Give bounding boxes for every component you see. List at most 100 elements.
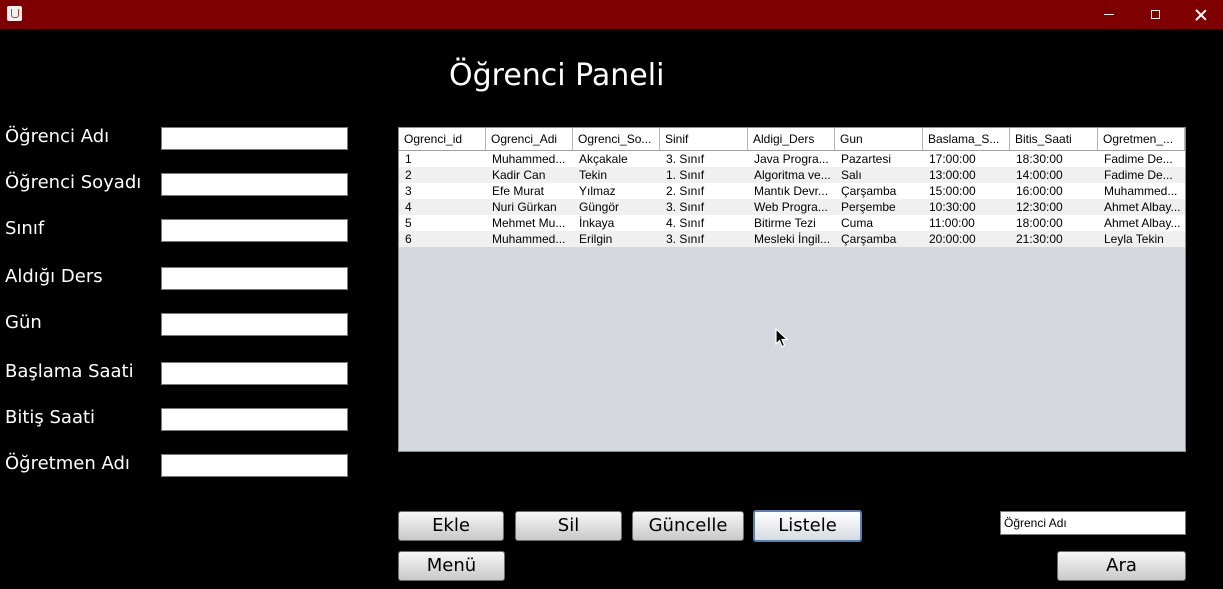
- list-button[interactable]: Listele: [753, 510, 862, 542]
- table-cell[interactable]: 18:30:00: [1010, 151, 1098, 167]
- table-row[interactable]: 4 Nuri Gürkan Güngör 3. Sınıf Web Progra... P…: [399, 199, 1185, 215]
- table-cell[interactable]: Ahmet Albay...: [1098, 199, 1185, 215]
- table-cell[interactable]: Muhammed...: [486, 151, 573, 167]
- table-cell[interactable]: Fadime De...: [1098, 151, 1185, 167]
- table-cell[interactable]: 20:00:00: [923, 231, 1010, 247]
- table-cell[interactable]: Web Progra...: [748, 199, 835, 215]
- search-button[interactable]: Ara: [1057, 551, 1186, 581]
- table-row[interactable]: 1 Muhammed... Akçakale 3. Sınıf Java Progra.…: [399, 151, 1185, 167]
- table-header: Ogrenci_id Ogrenci_Adi Ogrenci_So... Sinif A…: [399, 128, 1185, 151]
- day-input[interactable]: [161, 313, 348, 336]
- end-time-input[interactable]: [161, 408, 348, 431]
- student-name-label: Öğrenci Adı: [5, 126, 110, 147]
- maximize-button[interactable]: [1132, 0, 1178, 29]
- table-cell[interactable]: Pazartesi: [835, 151, 923, 167]
- student-name-input[interactable]: [161, 127, 348, 150]
- class-label: Sınıf: [5, 218, 45, 239]
- column-header[interactable]: Ogretmen_...: [1098, 128, 1185, 150]
- table-cell[interactable]: 3: [399, 183, 486, 199]
- start-time-label: Başlama Saati: [5, 361, 134, 382]
- table-cell[interactable]: Mehmet Mu...: [486, 215, 573, 231]
- column-header[interactable]: Sinif: [660, 128, 748, 150]
- column-header[interactable]: Bitis_Saati: [1010, 128, 1098, 150]
- table-cell[interactable]: 13:00:00: [923, 167, 1010, 183]
- table-row[interactable]: 5 Mehmet Mu... İnkaya 4. Sınıf Bitirme Tezi C…: [399, 215, 1185, 231]
- minimize-icon: [1104, 14, 1114, 15]
- table-cell[interactable]: Mantık Devr...: [748, 183, 835, 199]
- end-time-label: Bitiş Saati: [5, 407, 96, 428]
- class-input[interactable]: [161, 219, 348, 242]
- delete-button[interactable]: Sil: [515, 511, 622, 541]
- table-cell[interactable]: 3. Sınıf: [660, 151, 748, 167]
- table-row[interactable]: 3 Efe Murat Yılmaz 2. Sınıf Mantık Devr... Ça…: [399, 183, 1185, 199]
- column-header[interactable]: Ogrenci_So...: [573, 128, 660, 150]
- table-cell[interactable]: 12:30:00: [1010, 199, 1098, 215]
- course-label: Aldığı Ders: [5, 266, 103, 287]
- close-icon: [1195, 9, 1207, 21]
- table-cell[interactable]: Leyla Tekin: [1098, 231, 1185, 247]
- column-header[interactable]: Aldigi_Ders: [748, 128, 835, 150]
- start-time-input[interactable]: [161, 362, 348, 385]
- update-button[interactable]: Güncelle: [632, 511, 744, 541]
- table-cell[interactable]: Tekin: [573, 167, 660, 183]
- table-cell[interactable]: 5: [399, 215, 486, 231]
- student-table[interactable]: Ogrenci_id Ogrenci_Adi Ogrenci_So... Sinif A…: [398, 127, 1186, 452]
- table-cell[interactable]: Çarşamba: [835, 183, 923, 199]
- table-cell[interactable]: Mesleki İngil...: [748, 231, 835, 247]
- table-cell[interactable]: 4: [399, 199, 486, 215]
- table-cell[interactable]: 21:30:00: [1010, 231, 1098, 247]
- table-cell[interactable]: Algoritma ve...: [748, 167, 835, 183]
- table-cell[interactable]: Güngör: [573, 199, 660, 215]
- student-surname-input[interactable]: [161, 173, 348, 196]
- table-cell[interactable]: İnkaya: [573, 215, 660, 231]
- table-cell[interactable]: Erilgin: [573, 231, 660, 247]
- table-cell[interactable]: Cuma: [835, 215, 923, 231]
- table-cell[interactable]: 15:00:00: [923, 183, 1010, 199]
- table-cell[interactable]: Çarşamba: [835, 231, 923, 247]
- table-cell[interactable]: Yılmaz: [573, 183, 660, 199]
- close-button[interactable]: [1178, 0, 1223, 29]
- table-cell[interactable]: 2. Sınıf: [660, 183, 748, 199]
- table-cell[interactable]: 14:00:00: [1010, 167, 1098, 183]
- table-cell[interactable]: Akçakale: [573, 151, 660, 167]
- column-header[interactable]: Ogrenci_id: [399, 128, 486, 150]
- table-cell[interactable]: 6: [399, 231, 486, 247]
- table-cell[interactable]: Ahmet Albay...: [1098, 215, 1185, 231]
- table-cell[interactable]: Nuri Gürkan: [486, 199, 573, 215]
- teacher-name-input[interactable]: [161, 454, 348, 477]
- table-cell[interactable]: 1: [399, 151, 486, 167]
- table-cell[interactable]: Efe Murat: [486, 183, 573, 199]
- menu-button[interactable]: Menü: [398, 551, 505, 581]
- table-cell[interactable]: 2: [399, 167, 486, 183]
- student-surname-label: Öğrenci Soyadı: [5, 172, 142, 193]
- column-header[interactable]: Baslama_S...: [923, 128, 1010, 150]
- table-cell[interactable]: Bitirme Tezi: [748, 215, 835, 231]
- table-body[interactable]: 1 Muhammed... Akçakale 3. Sınıf Java Progra.…: [399, 151, 1185, 247]
- table-cell[interactable]: 3. Sınıf: [660, 231, 748, 247]
- table-cell[interactable]: Fadime De...: [1098, 167, 1185, 183]
- table-cell[interactable]: Muhammed...: [1098, 183, 1185, 199]
- add-button[interactable]: Ekle: [398, 511, 504, 541]
- table-cell[interactable]: Perşembe: [835, 199, 923, 215]
- table-cell[interactable]: Salı: [835, 167, 923, 183]
- minimize-button[interactable]: [1086, 0, 1132, 29]
- table-cell[interactable]: 11:00:00: [923, 215, 1010, 231]
- table-cell[interactable]: 1. Sınıf: [660, 167, 748, 183]
- table-cell[interactable]: Java Progra...: [748, 151, 835, 167]
- table-cell[interactable]: 16:00:00: [1010, 183, 1098, 199]
- column-header[interactable]: Ogrenci_Adi: [486, 128, 573, 150]
- table-cell[interactable]: 4. Sınıf: [660, 215, 748, 231]
- table-cell[interactable]: 10:30:00: [923, 199, 1010, 215]
- column-header[interactable]: Gun: [835, 128, 923, 150]
- course-input[interactable]: [161, 267, 348, 290]
- table-row[interactable]: 2 Kadir Can Tekin 1. Sınıf Algoritma ve... Sa…: [399, 167, 1185, 183]
- maximize-icon: [1150, 10, 1160, 19]
- table-cell[interactable]: Muhammed...: [486, 231, 573, 247]
- table-cell[interactable]: 3. Sınıf: [660, 199, 748, 215]
- table-cell[interactable]: 17:00:00: [923, 151, 1010, 167]
- window-titlebar[interactable]: [0, 0, 1223, 29]
- table-row[interactable]: 6 Muhammed... Erilgin 3. Sınıf Mesleki İngil…: [399, 231, 1185, 247]
- table-cell[interactable]: Kadir Can: [486, 167, 573, 183]
- search-input[interactable]: [1000, 511, 1186, 535]
- table-cell[interactable]: 18:00:00: [1010, 215, 1098, 231]
